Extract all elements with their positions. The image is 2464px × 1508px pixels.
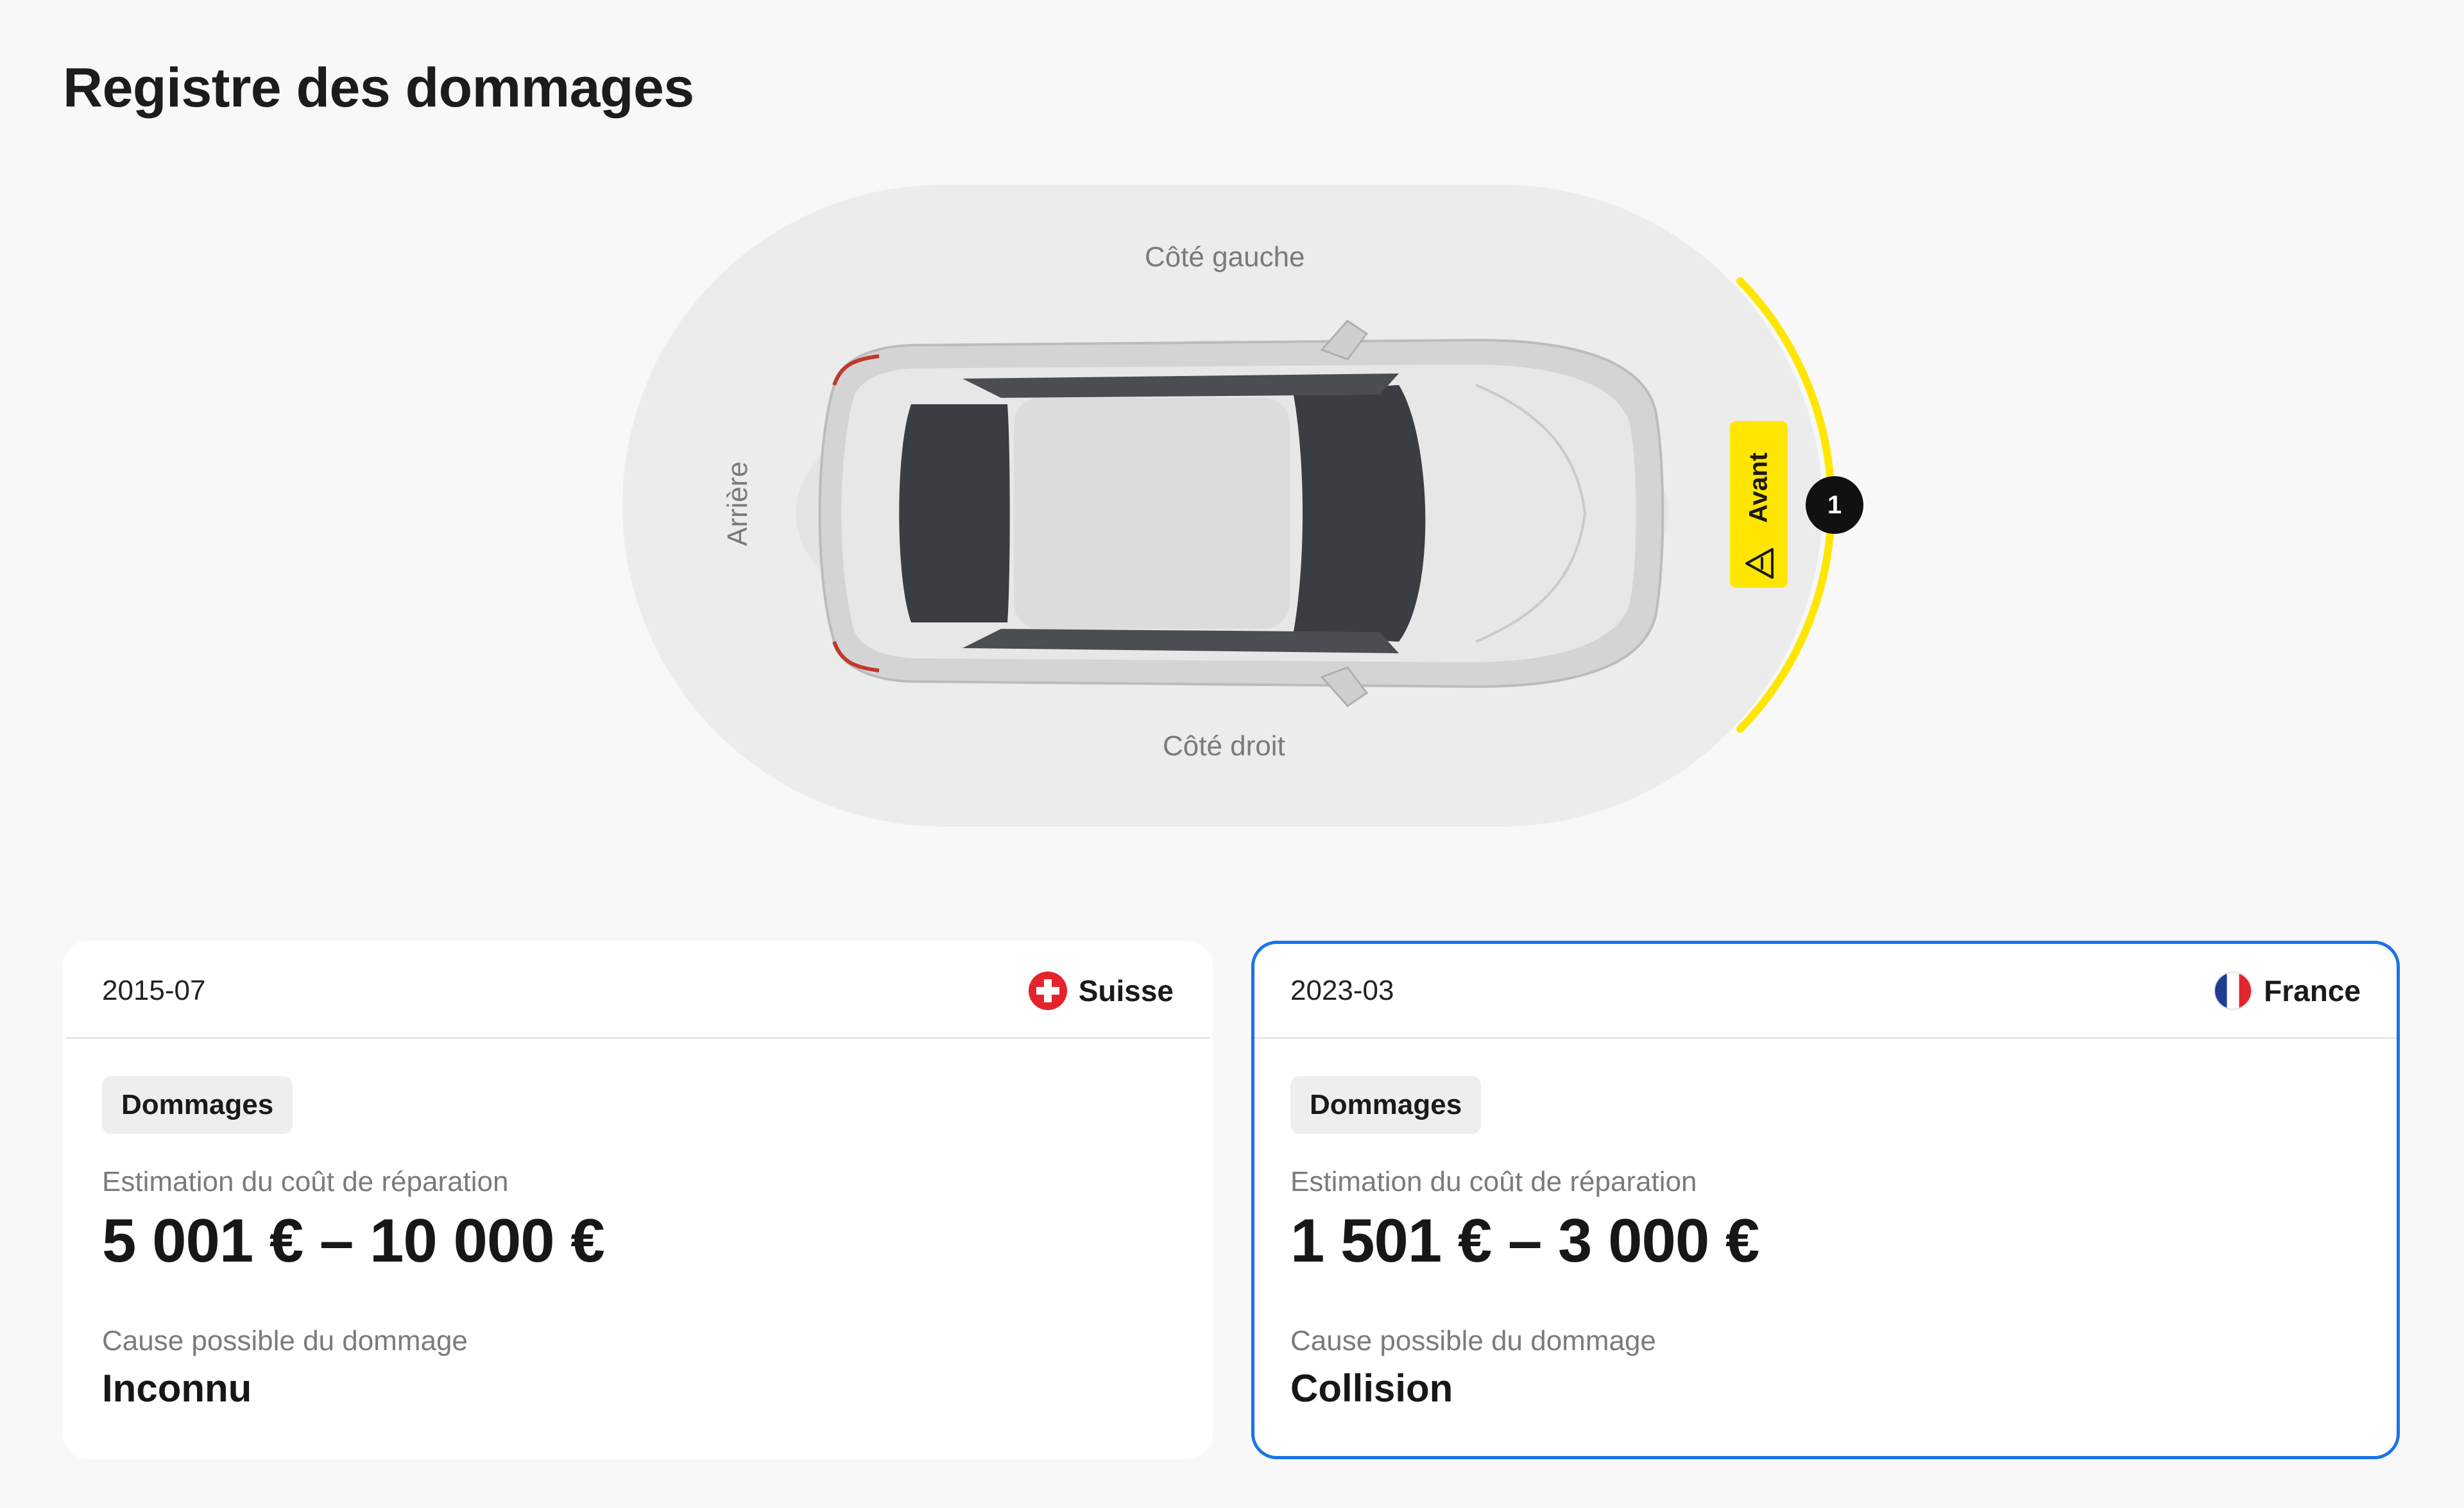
front-zone-badge[interactable]: Avant xyxy=(1730,421,1788,588)
cause-label: Cause possible du dommage xyxy=(102,1325,468,1357)
damage-record-card[interactable]: 2015-07 Suisse Dommages Estimation du co… xyxy=(63,941,1213,1459)
damage-tag: Dommages xyxy=(1290,1076,1482,1134)
rear-label: Arrière xyxy=(722,461,753,547)
record-country: Suisse xyxy=(1028,971,1174,1010)
cause-label: Cause possible du dommage xyxy=(1290,1325,1656,1357)
warning-icon xyxy=(1745,548,1774,579)
cost-value: 1 501 € – 3 000 € xyxy=(1290,1206,1759,1275)
side-right-label: Côté droit xyxy=(1163,730,1285,762)
damage-marker[interactable]: 1 xyxy=(1806,476,1863,534)
damage-diagram: Côté gauche Côté droit Arrière Avant 1 xyxy=(0,0,2464,898)
cost-label: Estimation du coût de réparation xyxy=(1290,1166,1697,1197)
front-badge-label: Avant xyxy=(1744,452,1773,523)
damage-record-card-selected[interactable]: 2023-03 France Dommages Estimation du co… xyxy=(1251,941,2400,1459)
record-date: 2023-03 xyxy=(1290,974,1394,1006)
swiss-flag-icon xyxy=(1028,971,1067,1010)
country-label: Suisse xyxy=(1078,973,1174,1007)
side-left-label: Côté gauche xyxy=(1145,241,1305,273)
record-country: France xyxy=(2214,971,2361,1010)
card-header: 2023-03 France xyxy=(1254,944,2397,1039)
cost-label: Estimation du coût de réparation xyxy=(102,1166,509,1197)
cause-value: Collision xyxy=(1290,1367,1453,1410)
record-date: 2015-07 xyxy=(102,974,206,1006)
french-flag-icon xyxy=(2214,971,2253,1010)
damage-tag: Dommages xyxy=(102,1076,293,1134)
country-label: France xyxy=(2264,973,2361,1007)
cost-value: 5 001 € – 10 000 € xyxy=(102,1206,605,1275)
cause-value: Inconnu xyxy=(102,1367,252,1410)
card-header: 2015-07 Suisse xyxy=(66,944,1210,1039)
car-top-view-illustration xyxy=(622,185,1835,827)
